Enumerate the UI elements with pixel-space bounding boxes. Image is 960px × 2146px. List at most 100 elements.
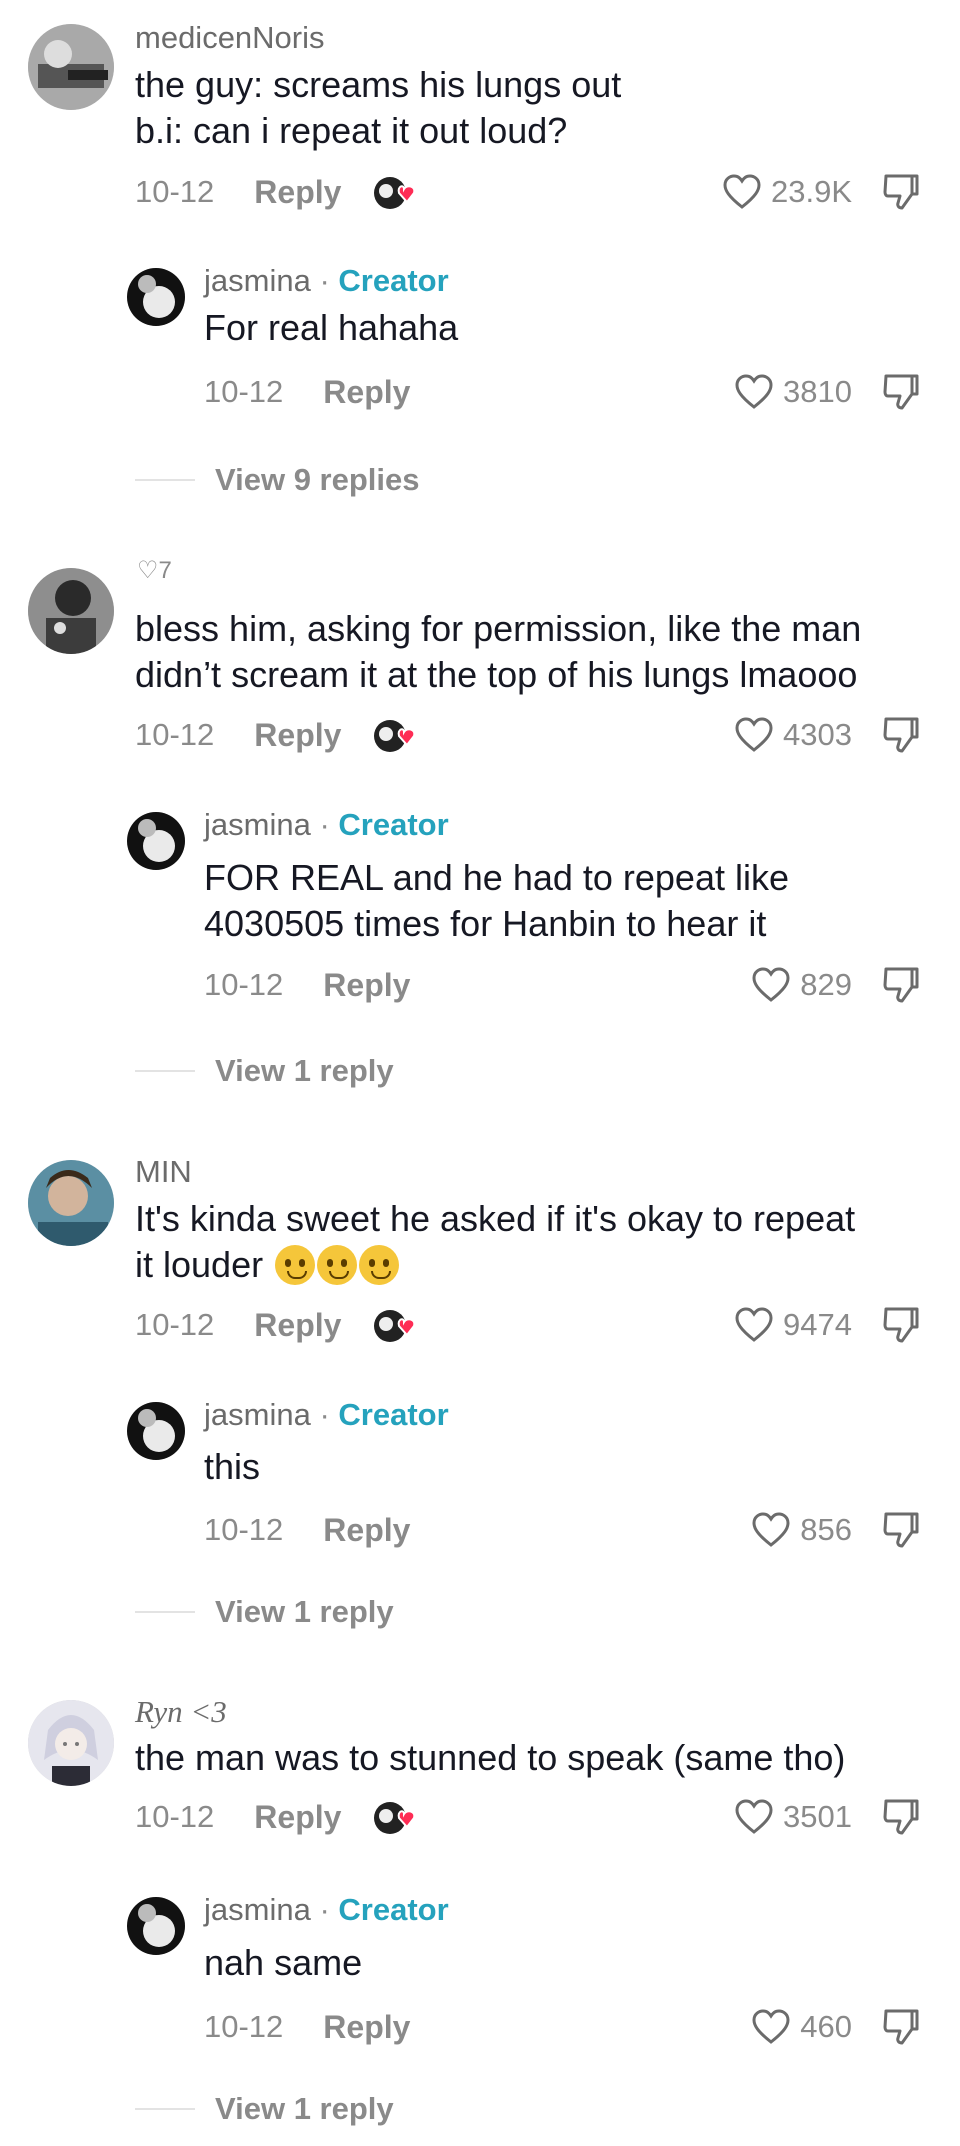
reply-button[interactable]: Reply [254, 1307, 341, 1344]
pinned-like-indicator: ♡7 [137, 556, 172, 585]
reply-button[interactable]: Reply [323, 374, 410, 411]
thumbs-down-icon[interactable] [882, 2007, 920, 2047]
creator-badge: Creator [338, 1397, 449, 1432]
reply-button[interactable]: Reply [323, 2009, 410, 2046]
view-replies-button[interactable]: View 1 reply [135, 1051, 394, 1091]
thumbs-down-icon[interactable] [882, 1305, 920, 1345]
avatar[interactable] [28, 24, 114, 110]
comment-text-line: the man was to stunned to speak (same th… [135, 1737, 846, 1778]
separator: · [310, 263, 339, 298]
like-count: 3501 [783, 1799, 852, 1834]
creator-liked-badge-icon [374, 720, 416, 752]
comment-meta: 10-12 Reply [135, 170, 341, 214]
reply-meta: 10-12 Reply [204, 2005, 410, 2049]
creator-avatar[interactable] [127, 812, 185, 870]
heart-outline-icon [735, 374, 773, 409]
reply-button[interactable]: Reply [323, 967, 410, 1004]
reply-date: 10-12 [204, 2009, 284, 2044]
view-replies-label: View 1 reply [215, 2091, 394, 2126]
comment-text-line: it louder [135, 1244, 264, 1285]
divider [135, 479, 195, 481]
reply-meta: 10-12 Reply [204, 1508, 410, 1552]
heart-outline-icon [752, 2009, 790, 2044]
comment-date: 10-12 [135, 1307, 215, 1342]
reply-text: FOR REAL and he had to repeat like 40305… [204, 855, 789, 947]
heart-outline-icon [735, 1307, 773, 1342]
smiling-tear-emoji-icon [359, 1245, 400, 1285]
comment-text-line: b.i: can i repeat it out loud? [135, 110, 568, 151]
creator-liked-badge-icon [374, 177, 416, 209]
separator: · [310, 1397, 339, 1432]
reply-date: 10-12 [204, 374, 284, 409]
like-button[interactable]: 460 [752, 2005, 852, 2049]
like-count: 3810 [783, 374, 852, 409]
reply-username[interactable]: jasmina · Creator [204, 263, 449, 299]
comment-username[interactable]: medicenNoris [135, 20, 325, 56]
thumbs-down-icon[interactable] [882, 372, 920, 412]
comment-date: 10-12 [135, 1799, 215, 1834]
reply-text-line: this [204, 1446, 261, 1487]
reply-text: this [204, 1444, 260, 1490]
like-button[interactable]: 829 [752, 963, 852, 1007]
comment-text: It's kinda sweet he asked if it's okay t… [135, 1196, 855, 1288]
reply-username[interactable]: jasmina · Creator [204, 807, 449, 843]
comment-text-line: bless him, asking for permission, like t… [135, 608, 862, 649]
comment-username[interactable]: MIN [135, 1154, 192, 1190]
reply-username[interactable]: jasmina · Creator [204, 1397, 449, 1433]
avatar[interactable] [28, 568, 114, 654]
reply-text-line: nah same [204, 1942, 363, 1983]
reply-date: 10-12 [204, 1512, 284, 1547]
heart-pin-icon: ♡ [137, 557, 159, 584]
like-button[interactable]: 856 [752, 1508, 852, 1552]
reply-text-line: 4030505 times for Hanbin to hear it [204, 903, 767, 944]
reply-button[interactable]: Reply [254, 1799, 341, 1836]
creator-avatar[interactable] [127, 1402, 185, 1460]
reply-button[interactable]: Reply [254, 174, 341, 211]
thumbs-down-icon[interactable] [882, 715, 920, 755]
like-button[interactable]: 9474 [735, 1303, 852, 1347]
view-replies-label: View 1 reply [215, 1594, 394, 1629]
thumbs-down-icon[interactable] [882, 1797, 920, 1837]
like-count: 4303 [783, 717, 852, 752]
heart-outline-icon [735, 717, 773, 752]
reply-button[interactable]: Reply [254, 717, 341, 754]
comment-text-line: the guy: screams his lungs out [135, 64, 622, 105]
like-count: 9474 [783, 1307, 852, 1342]
reply-text: nah same [204, 1940, 362, 1986]
reply-text-line: For real hahaha [204, 307, 459, 348]
thumbs-down-icon[interactable] [882, 1510, 920, 1550]
like-count: 460 [800, 2009, 852, 2044]
reply-username[interactable]: jasmina · Creator [204, 1892, 449, 1928]
divider [135, 1611, 195, 1613]
reply-button[interactable]: Reply [323, 1512, 410, 1549]
view-replies-button[interactable]: View 1 reply [135, 2089, 394, 2129]
avatar[interactable] [28, 1700, 114, 1786]
comment-username[interactable]: Ryn <3 [135, 1694, 227, 1730]
creator-liked-badge-icon [374, 1310, 416, 1342]
heart-outline-icon [723, 174, 761, 209]
pin-count: 7 [158, 557, 172, 584]
like-button[interactable]: 3810 [735, 370, 852, 414]
separator: · [310, 807, 339, 842]
heart-outline-icon [752, 967, 790, 1002]
comment-meta: 10-12 Reply [135, 1303, 341, 1347]
reply-date: 10-12 [204, 967, 284, 1002]
like-button[interactable]: 23.9K [723, 170, 852, 214]
like-count: 23.9K [770, 174, 852, 209]
like-count: 856 [800, 1512, 852, 1547]
view-replies-label: View 1 reply [215, 1053, 394, 1088]
creator-avatar[interactable] [127, 268, 185, 326]
creator-avatar[interactable] [127, 1897, 185, 1955]
creator-badge: Creator [338, 807, 449, 842]
view-replies-button[interactable]: View 9 replies [135, 460, 420, 500]
like-button[interactable]: 4303 [735, 713, 852, 757]
like-count: 829 [800, 967, 852, 1002]
avatar[interactable] [28, 1160, 114, 1246]
like-button[interactable]: 3501 [735, 1795, 852, 1839]
thumbs-down-icon[interactable] [882, 172, 920, 212]
thumbs-down-icon[interactable] [882, 965, 920, 1005]
creator-badge: Creator [338, 263, 449, 298]
view-replies-button[interactable]: View 1 reply [135, 1592, 394, 1632]
comment-date: 10-12 [135, 174, 215, 209]
heart-outline-icon [752, 1512, 790, 1547]
